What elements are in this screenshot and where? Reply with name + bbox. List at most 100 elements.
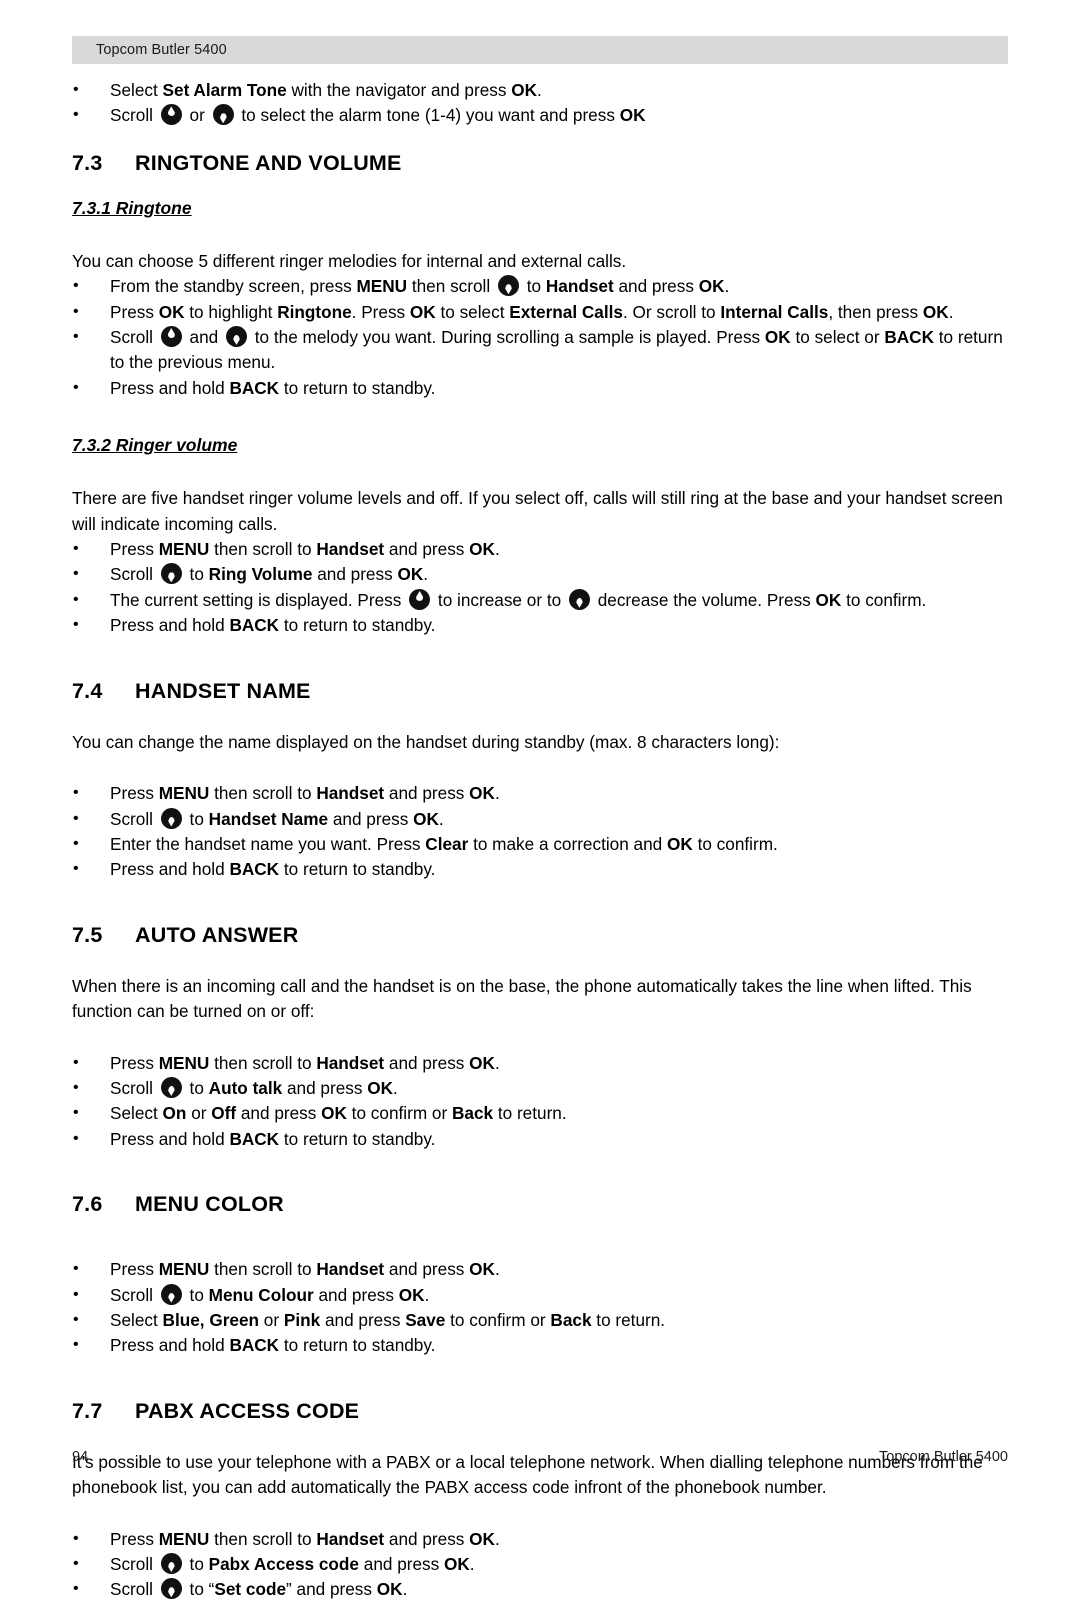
emphasis-text: Handset [316,783,385,804]
emphasis-text: MENU [158,783,210,804]
body-text: and [184,327,223,348]
emphasis-text: OK [158,301,185,322]
body-text: and press [613,276,699,297]
emphasis-text: OK [469,1259,495,1280]
nav-key-down-icon [497,275,519,297]
emphasis-text: OK [469,1052,495,1073]
emphasis-text: Ring Volume [208,564,313,585]
body-text: , then press [828,301,923,322]
body-text: Scroll [110,327,158,348]
nav-key-down-icon [160,807,182,829]
body-text: . [424,1284,430,1305]
document-content: Select Set Alarm Tone with the navigator… [72,77,1008,1603]
emphasis-text: Auto talk [208,1077,283,1098]
body-text: Scroll [110,1579,158,1600]
body-text: . [494,783,500,804]
body-text: From the standby screen, press [110,276,357,297]
body-text: to return to standby. [279,377,436,398]
emphasis-text: OK [444,1554,470,1574]
emphasis-text: OK [698,276,725,297]
emphasis-text: OK [376,1579,403,1600]
body-text: Press and hold [110,1335,230,1356]
body-text: and press [236,1103,322,1124]
body-text: and press [384,1052,470,1073]
emphasis-text: Pabx Access code [208,1554,359,1574]
section-number: 7.7 [72,1398,103,1423]
nav-key-down-icon [160,563,182,585]
emphasis-text: Set code [214,1579,287,1600]
body-text: Press and hold [110,1128,230,1149]
emphasis-text: Menu Colour [208,1284,314,1305]
body-text: or [186,1103,212,1124]
body-text: Press [110,1052,159,1073]
section-title: HANDSET NAME [135,678,311,703]
body-text: to return. [493,1103,567,1124]
list-item: Select On or Off and press OK to confirm… [72,1100,1008,1126]
page-footer: 94 Topcom Butler 5400 [72,1448,1008,1466]
body-text: then scroll to [209,1259,317,1280]
emphasis-text: Handset [545,276,614,297]
emphasis-text: MENU [158,539,210,560]
body-text: . [494,1052,500,1073]
emphasis-text: Blue, Green [162,1309,260,1330]
sections-root: 7.3 RINGTONE AND VOLUME 7.3.1 Ringtone You … [72,129,1008,1603]
nav-key-up-icon [160,104,182,126]
body-text: to [184,564,209,585]
bullet-list-handset-name-body: Press MENU then scroll to Handset and pr… [72,780,1008,883]
body-text: to select [435,301,510,322]
bullet-list-auto-answer-body: Press MENU then scroll to Handset and pr… [72,1050,1008,1153]
nav-key-down-icon [160,1578,182,1600]
body-text: to [184,1077,209,1098]
nav-key-down-icon [160,1076,182,1098]
body-text: to return to standby. [279,615,436,636]
body-text: Press [110,1528,159,1549]
emphasis-text: Handset [316,1528,385,1549]
list-item: Press and hold BACK to return to standby… [72,1332,1008,1358]
emphasis-text: OK [469,783,495,804]
emphasis-text: Back [451,1103,494,1124]
body-text: to select or [790,327,885,348]
body-text: to [184,808,209,829]
body-text: and press [384,1528,470,1549]
body-text: . [494,1528,500,1549]
body-text: to confirm or [445,1309,551,1330]
section-title: PABX ACCESS CODE [135,1398,360,1423]
body-text: Press [110,301,159,322]
section-heading-auto-answer: 7.5 AUTO ANSWER [72,923,1008,948]
emphasis-text: OK [511,80,538,100]
emphasis-text: External Calls [509,301,623,322]
emphasis-text: OK [321,1103,347,1124]
list-item: Select Blue, Green or Pink and press Sav… [72,1307,1008,1333]
body-text: Scroll [110,1077,158,1098]
body-text: with the navigator and press [286,80,512,100]
body-text: Scroll [110,105,158,126]
list-item: Scroll to Auto talk and press OK. [72,1075,1008,1101]
subsection-heading-ringtone: 7.3.1 Ringtone [72,197,192,218]
bullet-list-ringer-volume: Press MENU then scroll to Handset and pr… [72,536,1008,639]
list-item: Scroll and to the melody you want. Durin… [72,324,1008,376]
body-text: . [469,1554,475,1574]
list-item: Press MENU then scroll to Handset and pr… [72,780,1008,806]
emphasis-text: BACK [229,1335,280,1356]
body-text: Scroll [110,808,158,829]
emphasis-text: OK [398,1284,425,1305]
list-item: Scroll or to select the alarm tone (1-4)… [72,102,1008,128]
body-text: . Or scroll to [622,301,721,322]
subsection-heading-wrap: 7.3.1 Ringtone [72,198,1008,219]
emphasis-text: OK [922,301,949,322]
body-text: and press [328,808,414,829]
list-item: Press MENU then scroll to Handset and pr… [72,1526,1008,1552]
body-text: . [724,276,730,297]
body-text: to confirm. [841,589,927,610]
paragraph: You can change the name displayed on the… [72,730,1008,755]
body-text: then scroll [407,276,495,297]
emphasis-text: OK [469,539,495,560]
body-text: . [537,80,542,100]
footer-product-name: Topcom Butler 5400 [879,1449,1008,1465]
